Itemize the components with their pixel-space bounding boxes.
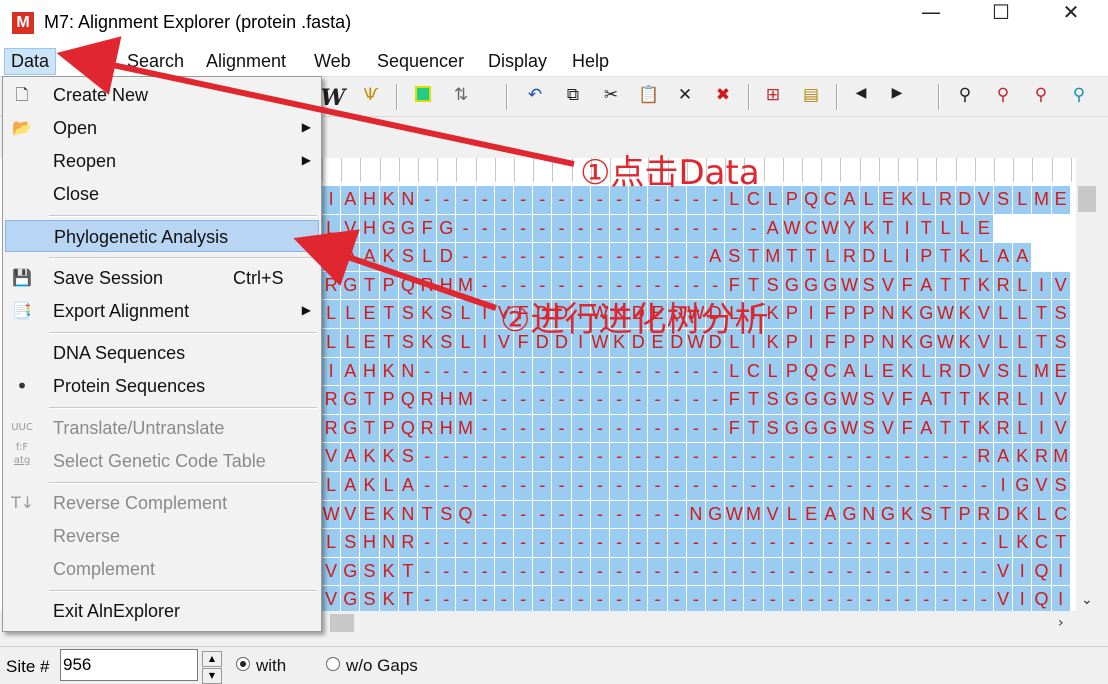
annotation-step-1: ①点击Data — [580, 153, 760, 193]
arrow-to-phylogenetic-analysis — [293, 229, 497, 311]
annotation-step-2: ②进行进化树分析 — [500, 300, 769, 340]
arrow-to-data-menu — [56, 36, 575, 167]
annotation-arrows — [56, 36, 575, 311]
